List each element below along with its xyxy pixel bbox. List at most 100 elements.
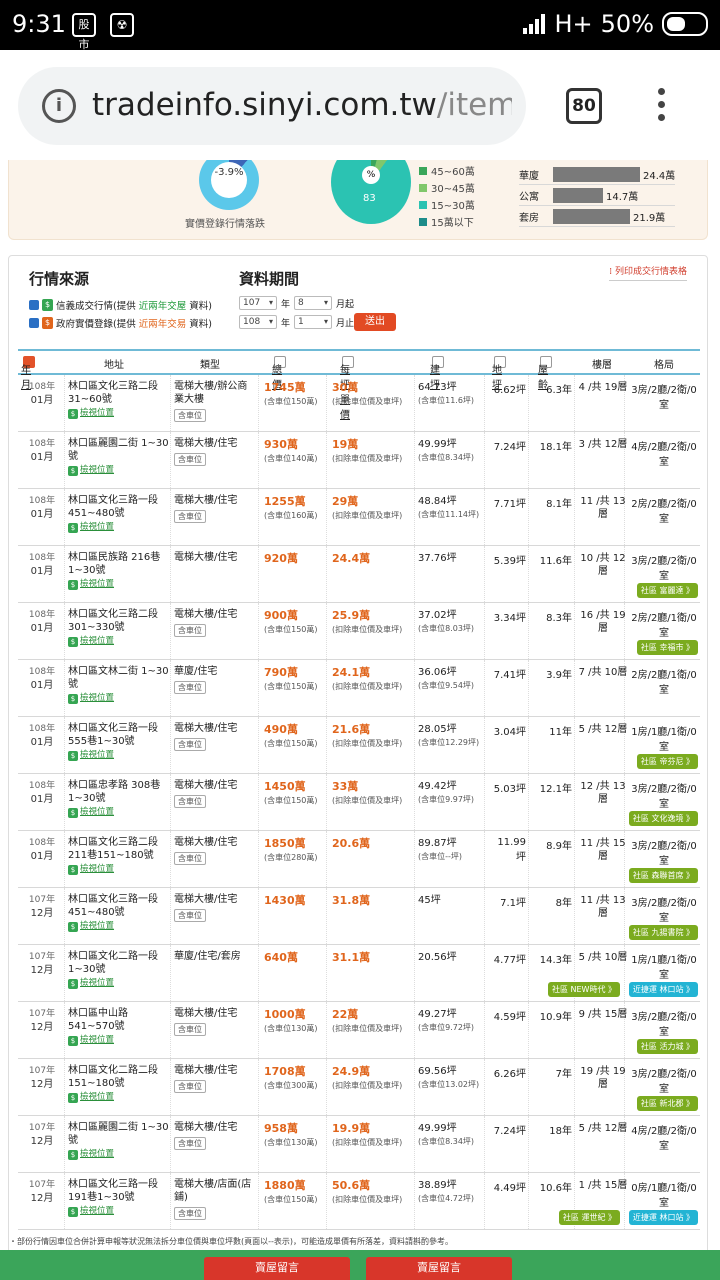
table-header: 年月 地址 類型 總價 每坪單價 建坪 地坪 屋齡 樓層 格局 (18, 349, 700, 421)
row-type: 電梯大樓/住宅 含車位 (174, 837, 238, 865)
dollar-icon: $ (68, 1206, 78, 1217)
row-type: 華廈/住宅 含車位 (174, 666, 218, 694)
row-type: 電梯大樓/辦公商業大樓 含車位 (174, 381, 248, 422)
submit-button[interactable]: 送出 (354, 313, 396, 331)
dollar-icon: $ (68, 1035, 78, 1046)
view-location-link[interactable]: $ 檢視位置 (68, 1034, 173, 1047)
site-info-icon[interactable]: i (42, 89, 76, 123)
row-age: 11年 (549, 727, 572, 738)
community-tag[interactable]: 社區 新北郡 》 (636, 1096, 698, 1111)
community-tag[interactable]: 社區 NEW時代 》 (547, 982, 620, 997)
row-unit-price: 24.4萬 (332, 552, 371, 565)
header-building-area[interactable]: 建坪 (430, 356, 444, 391)
view-location-link[interactable]: $ 檢視位置 (68, 1148, 173, 1161)
community-tag[interactable]: 社區 帝芬尼 》 (636, 754, 698, 769)
view-location-link[interactable]: $ 檢視位置 (68, 464, 173, 477)
tab-switcher-button[interactable]: 80 (566, 88, 602, 124)
to-year-select[interactable]: 108 (239, 315, 277, 329)
row-type: 電梯大樓/住宅 含車位 (174, 1065, 238, 1093)
view-location-link[interactable]: $ 檢視位置 (68, 692, 173, 705)
checkbox-government[interactable] (29, 318, 39, 328)
view-location-link[interactable]: $ 檢視位置 (68, 977, 173, 990)
row-layout: 3房/2廳/2衛/0室 (631, 898, 697, 924)
table-row: 108年 01月 林口區文林二街 1~30號 $ 檢視位置 華廈/住宅 含車位 790萬 (含車… (18, 660, 700, 717)
url-bar[interactable]: i tradeinfo.sinyi.com.tw/itemL (18, 67, 526, 145)
header-unit-price[interactable]: 每坪單價 (340, 356, 354, 421)
community-tag[interactable]: 社區 富麗達 》 (636, 583, 698, 598)
url-text[interactable]: tradeinfo.sinyi.com.tw/itemL (92, 87, 512, 123)
community-tag[interactable]: 社區 幸福市 》 (636, 640, 698, 655)
view-location-link[interactable]: $ 檢視位置 (68, 1091, 173, 1104)
parking-badge: 含車位 (174, 1207, 206, 1220)
row-building-area: 36.06坪 (含車位9.54坪) (418, 667, 475, 690)
dollar-icon: $ (68, 807, 78, 818)
more-menu-icon[interactable] (658, 88, 666, 127)
row-total-price: 1850萬 (含車位280萬) (264, 837, 318, 862)
community-tag[interactable]: 社區 運世紀 》 (558, 1210, 620, 1225)
community-tag[interactable]: 社區 活力城 》 (636, 1039, 698, 1054)
view-location-link[interactable]: $ 檢視位置 (68, 521, 173, 534)
battery-icon (662, 12, 708, 36)
row-date: 108年 01月 (28, 382, 56, 406)
row-unit-price: 31.8萬 (332, 894, 371, 907)
option-sinyi[interactable]: $ 信義成交行情(提供 近兩年交屋 資料) (29, 298, 212, 312)
row-age: 18年 (549, 1126, 572, 1137)
source-title: 行情來源 (29, 270, 90, 288)
mrt-tag[interactable]: 近捷運 林口站 》 (628, 982, 698, 997)
view-location-link[interactable]: $ 檢視位置 (68, 407, 173, 420)
row-land-area: 7.1坪 (500, 898, 526, 909)
from-month-select[interactable]: 8 (294, 296, 333, 310)
header-total[interactable]: 總價 (272, 356, 286, 391)
row-unit-price: 33萬 (扣除車位價及車坪) (332, 780, 403, 805)
mrt-tag[interactable]: 近捷運 林口站 》 (628, 1210, 698, 1225)
row-age: 8年 (555, 898, 572, 909)
view-location-link[interactable]: $ 檢視位置 (68, 635, 173, 648)
period-title: 資料期間 (239, 270, 300, 288)
community-tag[interactable]: 社區 森聯首席 》 (628, 868, 698, 883)
row-floor: 5 /共 12層 (578, 1123, 628, 1134)
row-type: 電梯大樓/住宅 含車位 (174, 780, 238, 808)
row-unit-price: 22萬 (扣除車位價及車坪) (332, 1008, 403, 1033)
view-location-link[interactable]: $ 檢視位置 (68, 1205, 173, 1218)
row-age: 8.1年 (546, 499, 572, 510)
row-total-price: 900萬 (含車位150萬) (264, 609, 318, 634)
to-month-select[interactable]: 1 (294, 315, 333, 329)
row-address: 林口區文化三路二段 31~60號 $ 檢視位置 (68, 380, 173, 420)
row-total-price: 1450萬 (含車位150萬) (264, 780, 318, 805)
row-unit-price: 24.1萬 (扣除車位價及車坪) (332, 666, 403, 691)
parking-badge: 含車位 (174, 738, 206, 751)
row-layout: 4房/2廳/2衛/0室 (631, 1126, 697, 1152)
header-land-area[interactable]: 地坪 (492, 356, 506, 391)
transaction-panel: 行情來源 資料期間 ⁞ 列印成交行情表格 $ 信義成交行情(提供 近兩年交屋 資料)… (8, 255, 708, 1255)
row-total-price: 958萬 (含車位130萬) (264, 1122, 318, 1147)
header-age[interactable]: 屋齡 (538, 356, 552, 391)
type-bar-row: 公寓 14.7萬 (519, 185, 676, 206)
row-address: 林口區文化二路一段 1~30號 $ 檢視位置 (68, 950, 173, 990)
sell-message-button-2[interactable]: 賣屋留言 (366, 1257, 512, 1280)
row-layout: 3房/2廳/2衛/0室 (631, 841, 697, 867)
from-year-select[interactable]: 107 (239, 296, 277, 310)
view-location-link[interactable]: $ 檢視位置 (68, 806, 173, 819)
checkbox-sinyi[interactable] (29, 300, 39, 310)
row-age: 6.3年 (546, 385, 572, 396)
option-government[interactable]: $ 政府實價登錄(提供 近兩年交易 資料) (29, 316, 212, 330)
parking-badge: 含車位 (174, 909, 206, 922)
print-table-link[interactable]: ⁞ 列印成交行情表格 (609, 264, 687, 281)
row-unit-price: 30萬 (扣除車位價及車坪) (332, 381, 403, 406)
row-building-area: 37.02坪 (含車位8.03坪) (418, 610, 475, 633)
dollar-icon: $ (68, 978, 78, 989)
view-location-link[interactable]: $ 檢視位置 (68, 920, 173, 933)
community-tag[interactable]: 社區 九揚書院 》 (628, 925, 698, 940)
header-month[interactable]: 年月 (21, 356, 35, 391)
row-land-area: 11.99坪 (497, 837, 526, 863)
row-age: 12.1年 (539, 784, 572, 795)
sell-message-button[interactable]: 賣屋留言 (204, 1257, 350, 1280)
row-land-area: 4.59坪 (493, 1012, 526, 1023)
view-location-link[interactable]: $ 檢視位置 (68, 749, 173, 762)
view-location-link[interactable]: $ 檢視位置 (68, 863, 173, 876)
row-building-area: 49.99坪 (含車位8.34坪) (418, 1123, 475, 1146)
community-tag[interactable]: 社區 文化逸境 》 (628, 811, 698, 826)
row-layout: 3房/2廳/2衛/0室 (631, 1069, 697, 1095)
browser-toolbar: i tradeinfo.sinyi.com.tw/itemL 80 (0, 50, 720, 160)
view-location-link[interactable]: $ 檢視位置 (68, 578, 173, 591)
